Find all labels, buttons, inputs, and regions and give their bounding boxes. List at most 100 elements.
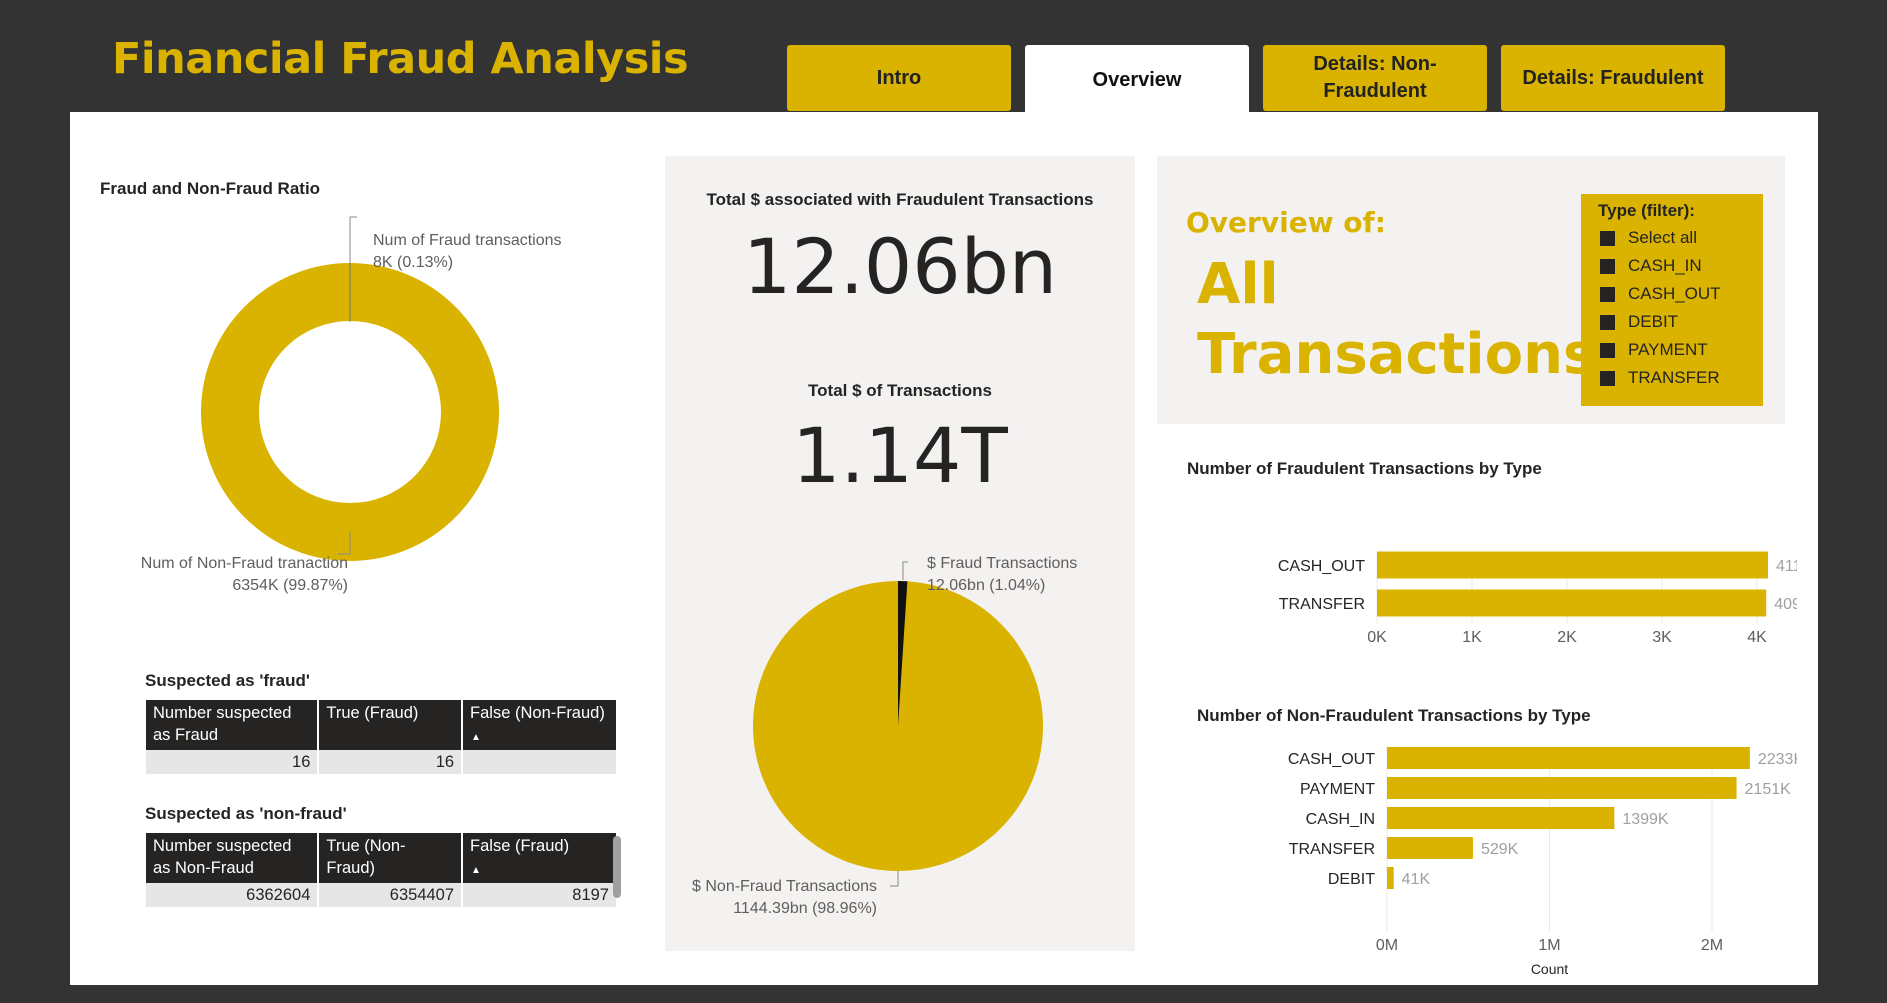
suspected-nonfraud-table[interactable]: Number suspected as Non-Fraud True (Non-… (146, 833, 616, 907)
suspected-fraud-table[interactable]: Number suspected as Fraud True (Fraud) F… (146, 700, 616, 774)
bar-data-label: 2233K (1758, 751, 1797, 768)
tab-details-fraudulent[interactable]: Details: Fraudulent (1501, 45, 1725, 111)
table-cell: 6354407 (318, 883, 464, 907)
pie-nonfraud-label-block: $ Non-Fraud Transactions 1144.39bn (98.9… (665, 876, 877, 920)
filter-item-payment[interactable]: PAYMENT (1598, 336, 1721, 364)
overview-selection-line2: Transactions (1197, 322, 1597, 387)
type-filter-slicer[interactable]: Type (filter): Select all CASH_IN CASH_O… (1581, 194, 1763, 406)
table-header[interactable]: False (Non-Fraud) ▲ (462, 700, 616, 750)
x-tick-label: 1K (1462, 629, 1482, 646)
filter-item-label: Select all (1628, 228, 1697, 247)
checkbox[interactable] (1600, 342, 1615, 358)
table-cell (462, 750, 616, 774)
overview-selection: All Transactions (1197, 250, 1596, 390)
leader-line-non-fraud (890, 871, 899, 887)
donut-nonfraud-label: Num of Non-Fraud tranaction (140, 555, 348, 572)
tab-overview[interactable]: Overview (1025, 45, 1249, 115)
table-header-label: False (Non-Fraud) (470, 704, 605, 722)
bar[interactable] (1387, 807, 1615, 829)
y-category-label: PAYMENT (1300, 781, 1375, 798)
y-category-label: CASH_OUT (1278, 558, 1365, 575)
y-category-label: DEBIT (1328, 871, 1375, 888)
table-cell: 16 (318, 750, 464, 774)
fraud-by-type-title: Number of Fraudulent Transactions by Typ… (1187, 459, 1542, 478)
total-title: Total $ of Transactions (808, 381, 992, 400)
tab-details-non-fraudulent[interactable]: Details: Non-Fraudulent (1263, 45, 1487, 111)
bar[interactable] (1377, 589, 1767, 617)
pie-fraud-label-block: $ Fraud Transactions 12.06bn (1.04%) (927, 553, 1077, 597)
x-tick-label: 2K (1557, 629, 1577, 646)
bar[interactable] (1387, 747, 1750, 769)
x-axis-title: Count (1531, 961, 1568, 977)
y-category-label: TRANSFER (1289, 841, 1375, 858)
y-category-label: CASH_IN (1306, 811, 1375, 828)
checkbox[interactable] (1600, 286, 1615, 302)
sort-asc-icon: ▲ (471, 865, 481, 876)
bar[interactable] (1387, 837, 1473, 859)
filter-item-label: CASH_OUT (1628, 284, 1721, 303)
donut-fraud-label: Num of Fraud transactions (373, 232, 562, 249)
kpi-panel: Total $ associated with Fraudulent Trans… (665, 156, 1135, 951)
checkbox[interactable] (1600, 230, 1615, 246)
donut-fraud-label-block: Num of Fraud transactions 8K (0.13%) (373, 230, 562, 274)
bar[interactable] (1387, 867, 1394, 889)
sort-asc-icon: ▲ (471, 732, 481, 743)
nonfraud-by-type-chart[interactable]: 0M 1M 2M CASH_OUT 2233K PAYMENT 2151K CASH_IN 13… (1157, 732, 1797, 980)
filter-item-debit[interactable]: DEBIT (1598, 308, 1721, 336)
filter-item-select-all[interactable]: Select all (1598, 224, 1721, 252)
filter-item-label: DEBIT (1628, 312, 1679, 331)
x-tick-label: 2M (1701, 937, 1723, 954)
table-cell: 8197 (462, 883, 616, 907)
total-value: 1.14T (792, 411, 1008, 500)
table-header[interactable]: False (Fraud) ▲ (462, 833, 616, 883)
pie-nonfraud-label: $ Non-Fraud Transactions (692, 878, 877, 895)
nonfraud-by-type-title: Number of Non-Fraudulent Transactions by… (1197, 706, 1591, 725)
table-cell: 6362604 (146, 883, 320, 907)
amount-pie-chart[interactable] (665, 556, 1135, 896)
report-title: Financial Fraud Analysis (112, 34, 689, 84)
overview-card: Overview of: All Transactions Type (filt… (1157, 156, 1785, 424)
table-cell: 16 (146, 750, 320, 774)
tab-intro[interactable]: Intro (787, 45, 1011, 111)
x-tick-label: 4K (1747, 629, 1767, 646)
filter-item-cash-out[interactable]: CASH_OUT (1598, 280, 1721, 308)
ratio-donut-chart[interactable] (70, 202, 650, 722)
fraud-total-value: 12.06bn (743, 222, 1057, 311)
fraud-by-type-chart[interactable]: 0K 1K 2K 3K 4K CASH_OUT 4116 TRANSFER 4097 (1157, 487, 1797, 647)
donut-nonfraud-label-block: Num of Non-Fraud tranaction 6354K (99.87… (90, 553, 348, 597)
donut-nonfraud-value: 6354K (99.87%) (232, 577, 348, 594)
bar-data-label: 41K (1402, 871, 1431, 888)
checkbox[interactable] (1600, 258, 1615, 274)
y-category-label: CASH_OUT (1288, 751, 1375, 768)
table-row: 6362604 6354407 8197 (146, 883, 616, 907)
filter-item-transfer[interactable]: TRANSFER (1598, 364, 1721, 392)
pie-nonfraud-value: 1144.39bn (98.96%) (733, 900, 877, 917)
checkbox[interactable] (1600, 314, 1615, 330)
table-header[interactable]: Number suspected as Non-Fraud (146, 833, 320, 883)
type-filter-list: Select all CASH_IN CASH_OUT DEBIT PAYMEN… (1598, 224, 1721, 392)
y-category-label: TRANSFER (1279, 596, 1365, 613)
bar-data-label: 4116 (1776, 558, 1797, 575)
x-tick-label: 3K (1652, 629, 1672, 646)
table-header[interactable]: True (Non-Fraud) (318, 833, 464, 883)
donut-slice-non-fraud (201, 263, 499, 561)
overview-heading: Overview of: (1186, 206, 1386, 239)
pie-fraud-value: 12.06bn (1.04%) (927, 577, 1046, 594)
bar-data-label: 2151K (1745, 781, 1792, 798)
ratio-chart-title: Fraud and Non-Fraud Ratio (100, 179, 321, 198)
table-header[interactable]: Number suspected as Fraud (146, 700, 320, 750)
bar[interactable] (1387, 777, 1737, 799)
type-filter-title: Type (filter): (1598, 201, 1695, 220)
filter-item-cash-in[interactable]: CASH_IN (1598, 252, 1721, 280)
filter-item-label: PAYMENT (1628, 340, 1708, 359)
filter-item-label: CASH_IN (1628, 256, 1702, 275)
table-header[interactable]: True (Fraud) (318, 700, 464, 750)
table-scrollbar[interactable] (613, 836, 621, 898)
bar-data-label: 529K (1481, 841, 1519, 858)
leader-line-fraud (902, 561, 908, 580)
bar[interactable] (1377, 551, 1769, 579)
checkbox[interactable] (1600, 370, 1615, 386)
overview-selection-line1: All (1197, 252, 1279, 317)
x-tick-label: 1M (1538, 937, 1560, 954)
pie-fraud-label: $ Fraud Transactions (927, 555, 1078, 572)
